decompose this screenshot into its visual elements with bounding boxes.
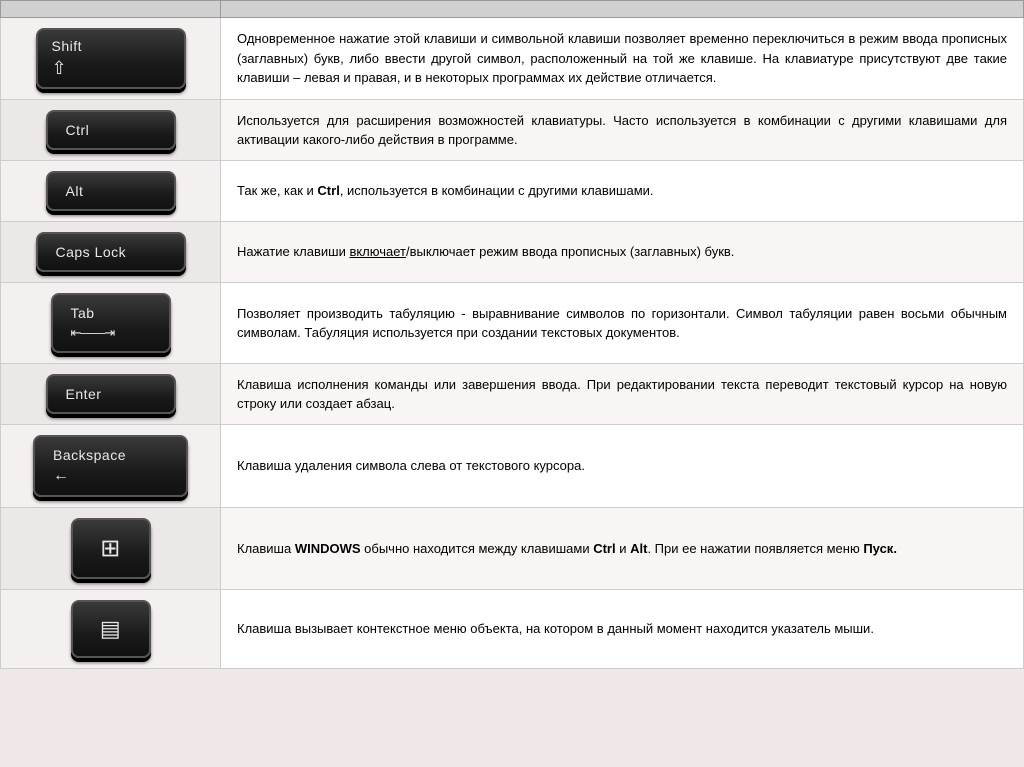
key-cell: Tab⇤——⇥ (1, 283, 221, 364)
description-cell: Нажатие клавиши включает/выключает режим… (221, 222, 1024, 283)
table-row: Shift⇧Одновременное нажатие этой клавиши… (1, 18, 1024, 100)
table-row: Caps LockНажатие клавиши включает/выключ… (1, 222, 1024, 283)
table-row: Backspace←Клавиша удаления символа слева… (1, 425, 1024, 508)
table-row: Tab⇤——⇥Позволяет производить табуляцию -… (1, 283, 1024, 364)
description-cell: Клавиша WINDOWS обычно находится между к… (221, 508, 1024, 590)
description-cell: Клавиша исполнения команды или завершени… (221, 364, 1024, 425)
key-cell: ▤ (1, 590, 221, 669)
key-cell: Backspace← (1, 425, 221, 508)
description-cell: Клавиша удаления символа слева от тексто… (221, 425, 1024, 508)
key-cell: Ctrl (1, 100, 221, 161)
description-cell: Так же, как и Ctrl, используется в комби… (221, 161, 1024, 222)
key-cell: ⊞ (1, 508, 221, 590)
description-cell: Позволяет производить табуляцию - выравн… (221, 283, 1024, 364)
table-row: ▤Клавиша вызывает контекстное меню объек… (1, 590, 1024, 669)
key-cell: Caps Lock (1, 222, 221, 283)
description-cell: Клавиша вызывает контекстное меню объект… (221, 590, 1024, 669)
col-header-key (1, 1, 221, 18)
col-header-action (221, 1, 1024, 18)
key-cell: Shift⇧ (1, 18, 221, 100)
key-cell: Alt (1, 161, 221, 222)
description-cell: Одновременное нажатие этой клавиши и сим… (221, 18, 1024, 100)
keyboard-table: Shift⇧Одновременное нажатие этой клавиши… (0, 0, 1024, 669)
key-cell: Enter (1, 364, 221, 425)
description-cell: Используется для расширения возможностей… (221, 100, 1024, 161)
table-row: AltТак же, как и Ctrl, используется в ко… (1, 161, 1024, 222)
table-row: ⊞Клавиша WINDOWS обычно находится между … (1, 508, 1024, 590)
table-row: EnterКлавиша исполнения команды или заве… (1, 364, 1024, 425)
table-row: CtrlИспользуется для расширения возможно… (1, 100, 1024, 161)
